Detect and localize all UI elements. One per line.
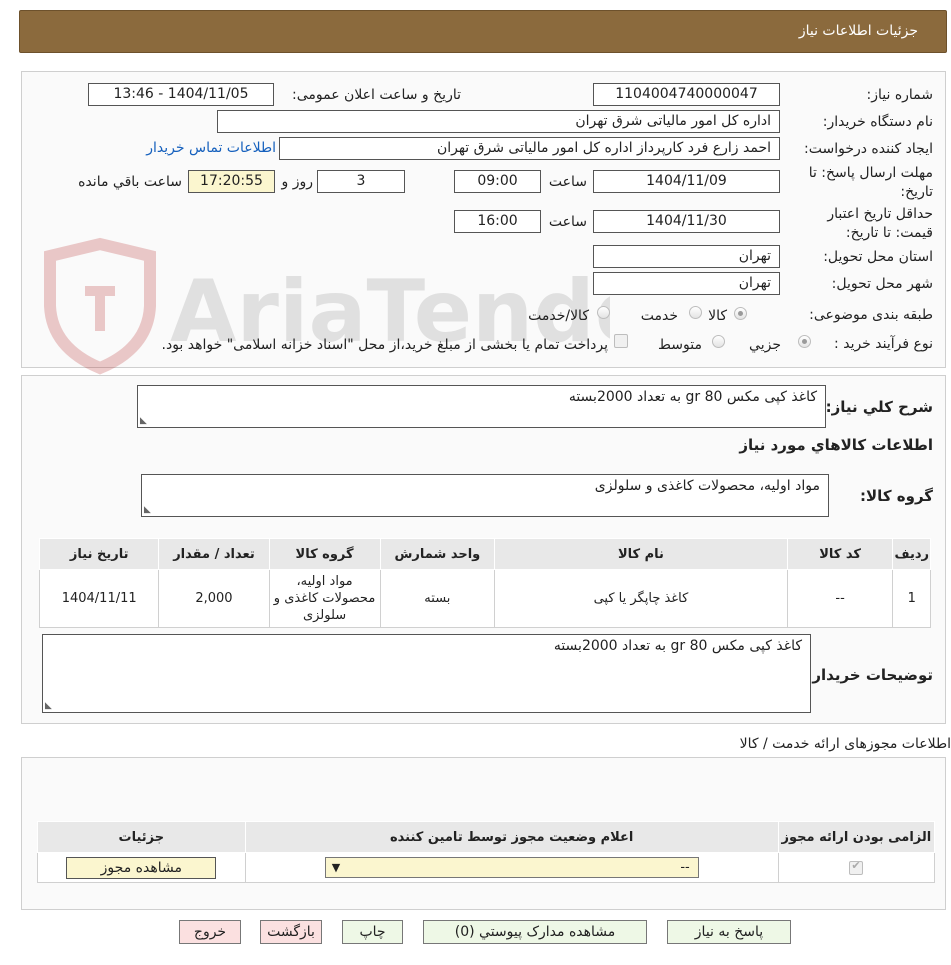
deadline-time-field: 09:00	[454, 170, 541, 193]
process-option-medium: متوسط	[658, 337, 702, 353]
table-row: ✔ -- ▼ مشاهده مجوز	[37, 852, 936, 883]
permit-status-select[interactable]: -- ▼	[324, 857, 699, 878]
cell-permit-required: ✔	[777, 852, 936, 883]
days-label: روز و	[281, 174, 314, 190]
validity-time-label: ساعت	[548, 214, 587, 230]
cell-date: 1404/11/11	[38, 569, 160, 628]
col-date: تاریخ نیاز	[38, 538, 160, 570]
general-desc-textarea[interactable]: کاغذ کپی مکس 80 gr به تعداد 2000بسته ◢	[137, 385, 826, 428]
treasury-payment-note: پرداخت تمام یا بخشی از مبلغ خرید،از محل …	[161, 337, 608, 353]
category-label: طبقه بندی موضوعی:	[809, 307, 933, 323]
process-radio-minor[interactable]	[798, 335, 811, 348]
cell-permit-status: -- ▼	[244, 852, 779, 883]
col-permit-status: اعلام وضعیت مجوز توسط تامین کننده	[244, 821, 779, 853]
page-title: جزئیات اطلاعات نیاز	[798, 23, 918, 39]
col-name: نام کالا	[494, 538, 788, 570]
category-radio-goods[interactable]	[734, 307, 747, 320]
goods-group-textarea[interactable]: مواد اولیه، محصولات کاغذی و سلولزی ◢	[141, 474, 829, 517]
announce-label: تاریخ و ساعت اعلان عمومی:	[292, 87, 461, 103]
general-desc-label: شرح کلي نياز:	[825, 398, 933, 416]
cell-code: --	[786, 569, 894, 628]
buyer-org-field: اداره کل امور مالیاتی شرق تهران	[217, 110, 780, 133]
col-permit-required: الزامی بودن ارائه مجوز	[777, 821, 936, 853]
category-option-goods: کالا	[708, 308, 727, 324]
check-icon: ✔	[851, 858, 861, 872]
category-option-goods-service: کالا/خدمت	[528, 308, 589, 324]
process-label: نوع فرآیند خرید :	[834, 336, 933, 352]
deadline-time-label: ساعت	[548, 174, 587, 190]
creator-label: ایجاد کننده درخواست:	[804, 141, 933, 157]
permit-status-value: --	[680, 860, 690, 875]
process-option-minor: جزیي	[749, 337, 781, 353]
print-button[interactable]: چاپ	[342, 920, 403, 944]
reply-button[interactable]: پاسخ به نیاز	[667, 920, 791, 944]
col-row: ردیف	[892, 538, 931, 570]
items-table: ردیف کد کالا نام کالا واحد شمارش گروه کا…	[38, 538, 931, 628]
deadline-label: مهلت ارسال پاسخ: تا تاریخ:	[808, 165, 933, 200]
attachments-button[interactable]: مشاهده مدارک پیوستي (0)	[423, 920, 647, 944]
need-number-field: 1104004740000047	[593, 83, 780, 106]
validity-date-field: 1404/11/30	[593, 210, 780, 233]
permits-title: اطلاعات مجوزهای ارائه خدمت / کالا	[739, 736, 951, 752]
deadline-date-field: 1404/11/09	[593, 170, 780, 193]
process-radio-medium[interactable]	[712, 335, 725, 348]
table-row: 1 -- کاغذ چاپگر یا کپی بسته مواد اولیه، …	[38, 569, 931, 628]
announce-field: 1404/11/05 - 13:46	[88, 83, 274, 106]
col-qty: تعداد / مقدار	[158, 538, 270, 570]
city-label: شهر محل تحویل:	[831, 276, 933, 292]
creator-field: احمد زارع فرد کارپرداز اداره کل امور مال…	[279, 137, 780, 160]
cell-permit-details: مشاهده مجوز	[37, 852, 246, 883]
col-unit: واحد شمارش	[379, 538, 496, 570]
goods-group-text: مواد اولیه، محصولات کاغذی و سلولزی	[594, 478, 820, 494]
province-field: تهران	[593, 245, 780, 268]
cell-row: 1	[892, 569, 931, 628]
category-option-service: خدمت	[640, 308, 678, 324]
remaining-time-field: 17:20:55	[188, 170, 275, 193]
resize-grip-icon[interactable]: ◢	[144, 505, 151, 515]
back-button[interactable]: بازگشت	[260, 920, 322, 944]
remaining-label: ساعت باقي مانده	[78, 174, 182, 190]
permits-table-header: الزامی بودن ارائه مجوز اعلام وضعیت مجوز …	[37, 821, 936, 853]
validity-time-field: 16:00	[454, 210, 541, 233]
col-group: گروه کالا	[268, 538, 381, 570]
buyer-contact-link[interactable]: اطلاعات تماس خریدار	[146, 140, 276, 156]
items-table-header: ردیف کد کالا نام کالا واحد شمارش گروه کا…	[38, 538, 931, 570]
permit-required-checkbox: ✔	[849, 858, 864, 875]
chevron-down-icon: ▼	[331, 861, 341, 874]
cell-name: کاغذ چاپگر یا کپی	[494, 569, 788, 628]
view-permit-button[interactable]: مشاهده مجوز	[66, 856, 217, 879]
cell-unit: بسته	[379, 569, 496, 628]
treasury-payment-checkbox[interactable]	[614, 334, 628, 348]
validity-label: حداقل تاریخ اعتبار قیمت: تا تاریخ:	[827, 206, 933, 241]
resize-grip-icon[interactable]: ◢	[140, 416, 147, 426]
resize-grip-icon[interactable]: ◢	[45, 701, 52, 711]
days-field: 3	[317, 170, 405, 193]
cell-group: مواد اولیه، محصولات کاغذی و سلولزی	[268, 569, 381, 628]
goods-group-label: گروه کالا:	[860, 487, 933, 505]
category-radio-goods-service[interactable]	[597, 306, 610, 319]
city-field: تهران	[593, 272, 780, 295]
need-number-label: شماره نیاز:	[866, 87, 934, 103]
permits-table: الزامی بودن ارائه مجوز اعلام وضعیت مجوز …	[37, 821, 936, 883]
buyer-notes-text: کاغذ کپی مکس 80 gr به تعداد 2000بسته	[553, 638, 802, 654]
cell-qty: 2,000	[158, 569, 270, 628]
category-radio-service[interactable]	[689, 306, 702, 319]
buyer-notes-textarea[interactable]: کاغذ کپی مکس 80 gr به تعداد 2000بسته ◢	[42, 634, 811, 713]
exit-button[interactable]: خروج	[179, 920, 241, 944]
goods-info-title: اطلاعات کالاهاي مورد نياز	[739, 436, 933, 454]
province-label: استان محل تحویل:	[823, 249, 933, 265]
col-code: کد کالا	[786, 538, 894, 570]
page-header: جزئیات اطلاعات نیاز	[19, 10, 947, 53]
col-permit-details: جزئیات	[37, 821, 246, 853]
buyer-notes-label: توضیحات خریدار:	[806, 666, 933, 684]
buyer-org-label: نام دستگاه خریدار:	[822, 114, 933, 130]
general-desc-text: کاغذ کپی مکس 80 gr به تعداد 2000بسته	[568, 389, 817, 405]
